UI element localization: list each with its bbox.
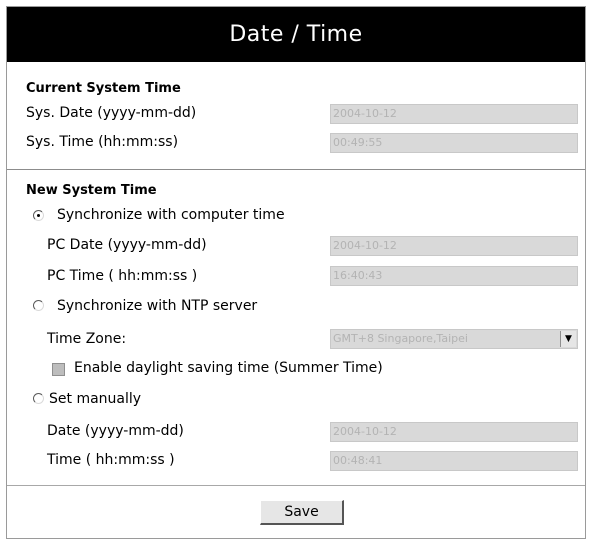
sys-date-label: Sys. Date (yyyy-mm-dd) — [26, 105, 197, 121]
manual-time-field[interactable]: 00:48:41 — [330, 451, 578, 471]
timezone-select[interactable]: GMT+8 Singapore,Taipei ▼ — [330, 329, 578, 349]
radio-selected-dot — [37, 214, 40, 217]
sync-computer-label[interactable]: Synchronize with computer time — [57, 207, 285, 223]
timezone-label: Time Zone: — [47, 331, 127, 347]
manual-label[interactable]: Set manually — [49, 391, 141, 407]
new-time-heading: New System Time — [26, 183, 157, 198]
footer-divider — [7, 485, 585, 486]
pc-time-label: PC Time ( hh:mm:ss ) — [47, 268, 198, 284]
pc-time-field: 16:40:43 — [330, 266, 578, 286]
page-title: Date / Time — [229, 22, 363, 47]
sys-date-field: 2004-10-12 — [330, 104, 578, 124]
manual-date-label: Date (yyyy-mm-dd) — [47, 423, 184, 439]
current-time-heading: Current System Time — [26, 81, 181, 96]
sync-computer-radio[interactable] — [33, 210, 44, 221]
sync-ntp-label[interactable]: Synchronize with NTP server — [57, 298, 257, 314]
date-time-panel: Date / Time Current System Time Sys. Dat… — [6, 6, 586, 539]
dropdown-arrow-icon[interactable]: ▼ — [560, 331, 576, 347]
dst-checkbox[interactable] — [52, 363, 65, 376]
manual-date-field[interactable]: 2004-10-12 — [330, 422, 578, 442]
manual-time-label: Time ( hh:mm:ss ) — [47, 452, 175, 468]
dst-label[interactable]: Enable daylight saving time (Summer Time… — [74, 360, 383, 376]
sys-time-field: 00:49:55 — [330, 133, 578, 153]
sys-time-label: Sys. Time (hh:mm:ss) — [26, 134, 179, 150]
timezone-selected-value: GMT+8 Singapore,Taipei — [333, 332, 468, 345]
panel-title-bar: Date / Time — [7, 7, 585, 62]
section-divider — [7, 169, 585, 170]
sync-ntp-radio[interactable] — [33, 300, 44, 311]
pc-date-field: 2004-10-12 — [330, 236, 578, 256]
manual-radio[interactable] — [33, 393, 44, 404]
save-button[interactable]: Save — [260, 500, 344, 525]
pc-date-label: PC Date (yyyy-mm-dd) — [47, 237, 207, 253]
